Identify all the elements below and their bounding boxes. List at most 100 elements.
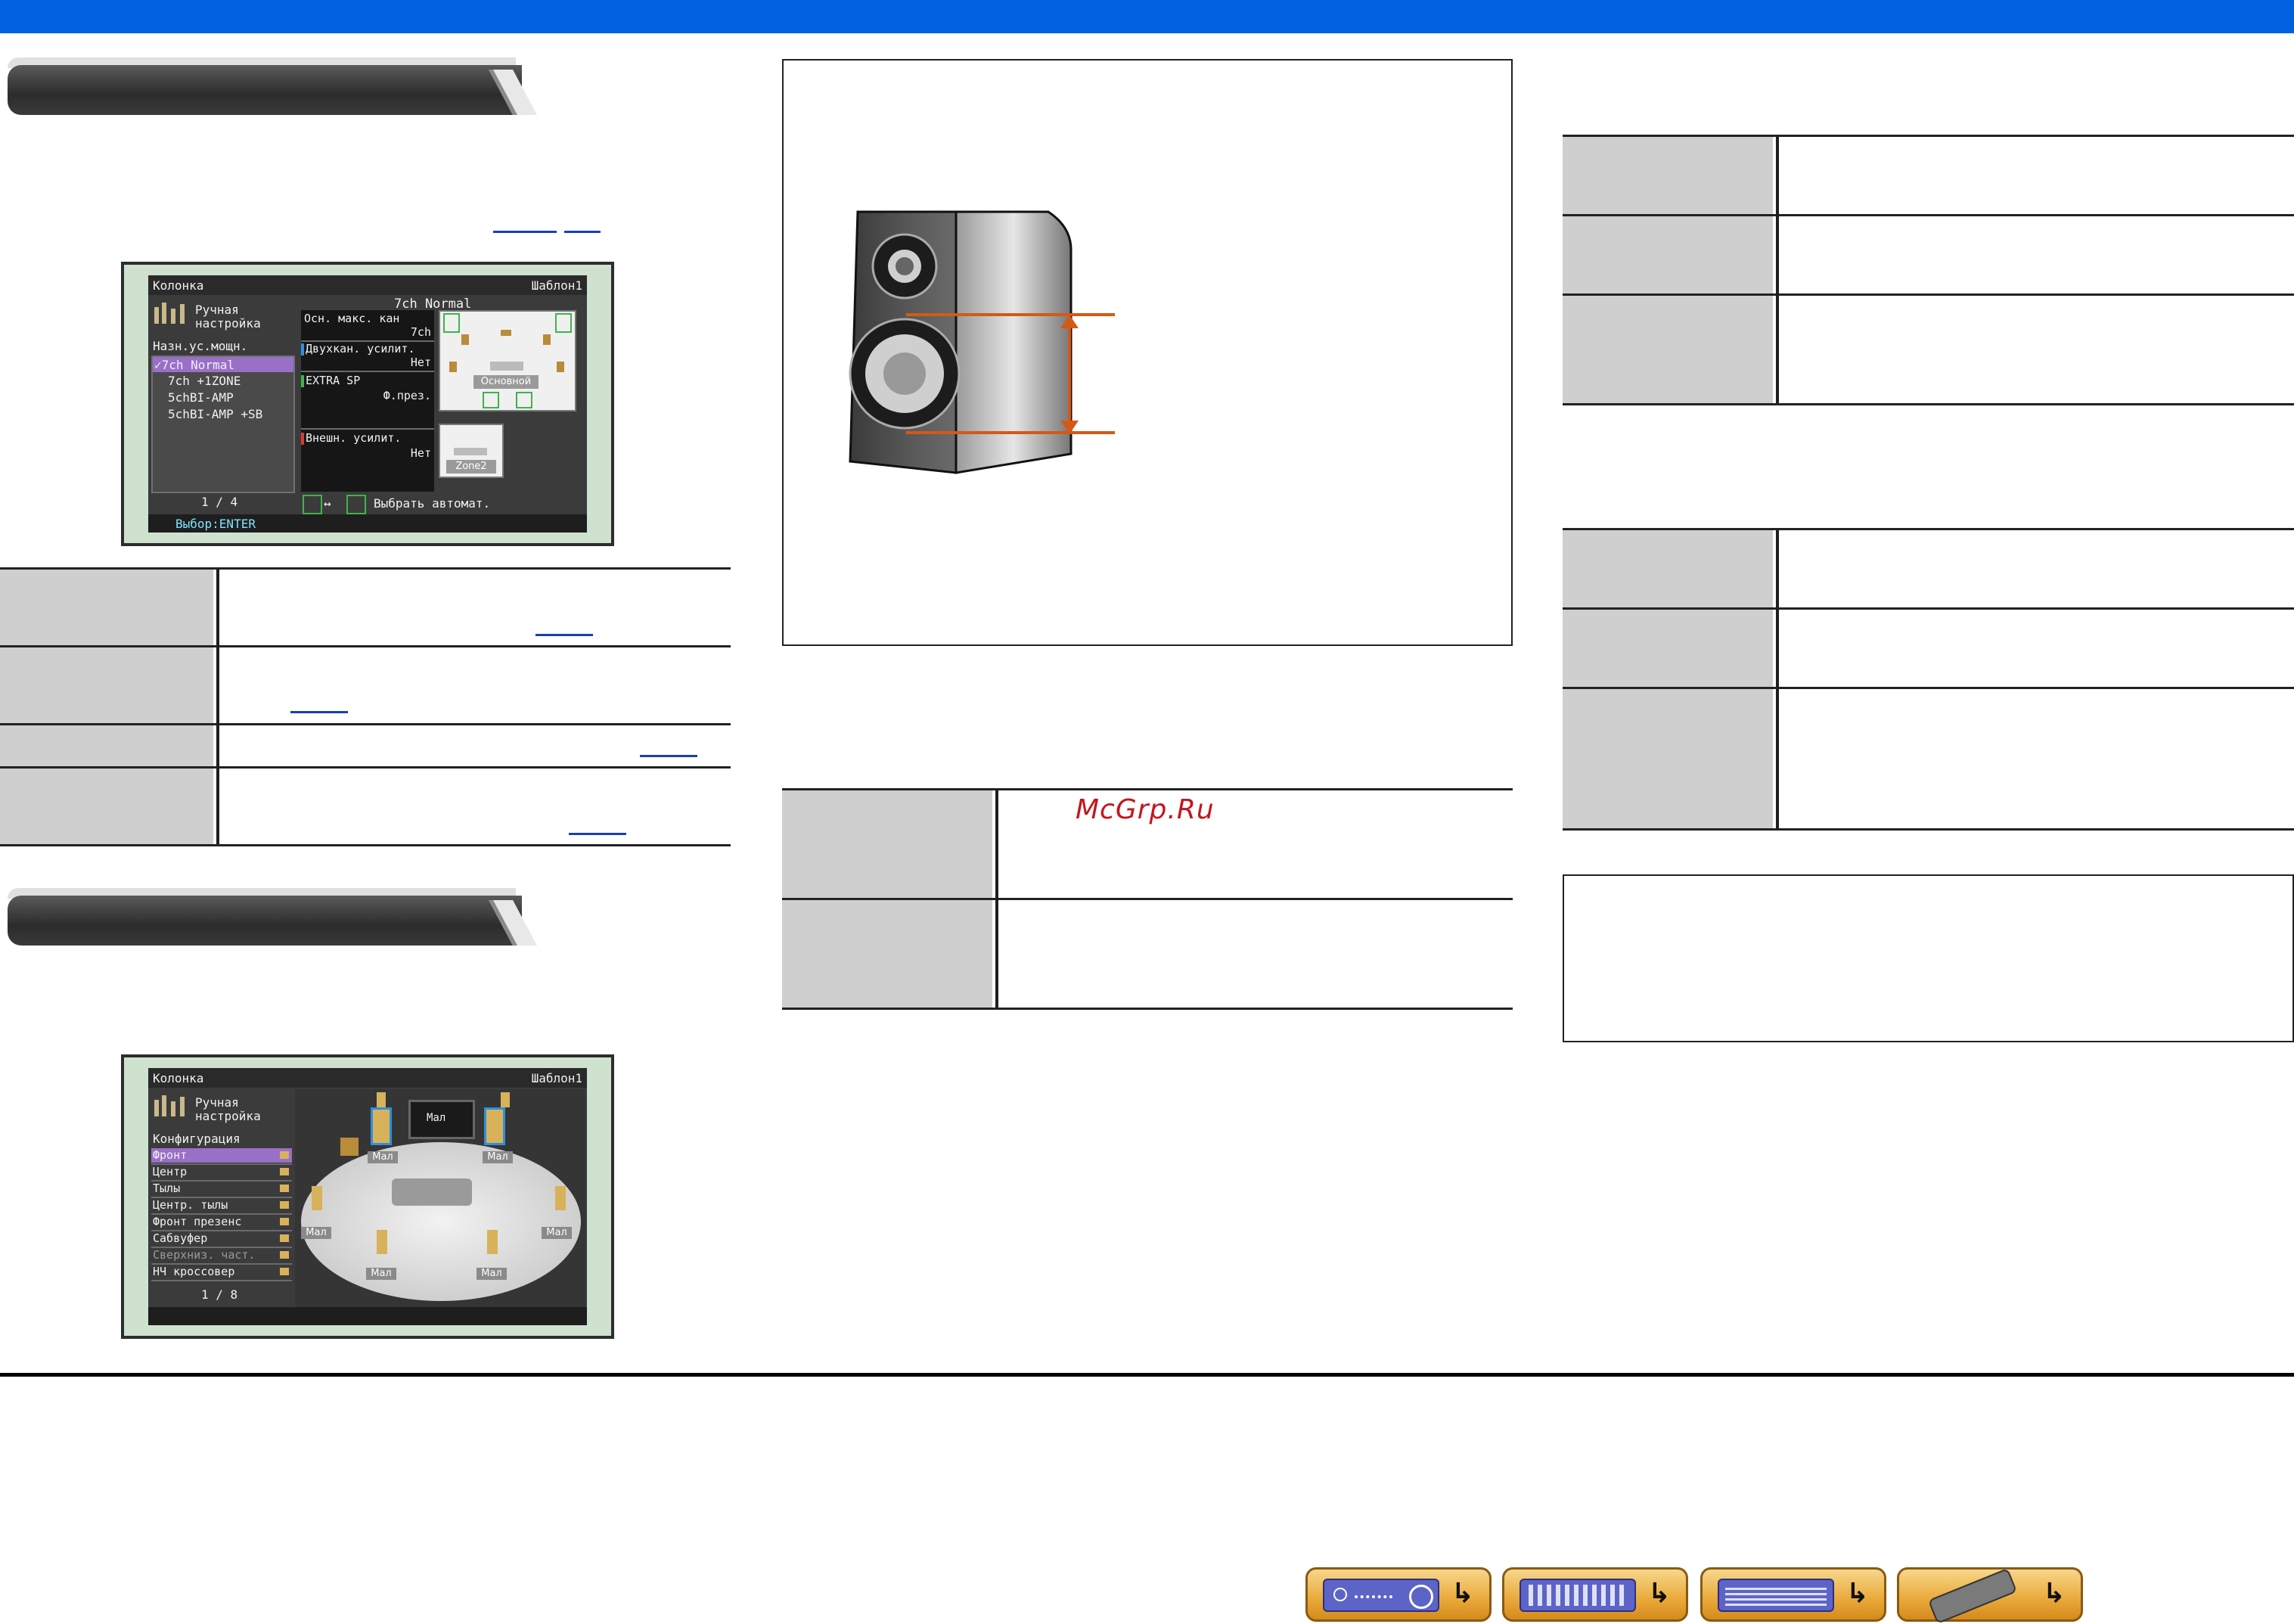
- watermark: McGrp.Ru: [1076, 794, 1215, 825]
- folder-icon: [280, 1201, 289, 1209]
- arrow-icon: ↳: [1845, 1578, 1869, 1609]
- list-item[interactable]: Сверхниз. част.: [153, 1248, 255, 1262]
- osd-pattern: Шаблон1: [531, 1071, 582, 1085]
- table-divider: [1776, 530, 1779, 828]
- measure-line-bottom: [906, 431, 1115, 434]
- top-bar: [0, 0, 2294, 33]
- page-link[interactable]: [290, 711, 348, 713]
- list-item[interactable]: Фронт: [153, 1148, 187, 1162]
- zone2-diagram: Zone2: [439, 424, 504, 478]
- param-value: Нет: [410, 356, 431, 369]
- nav-display-button[interactable]: ↳: [1700, 1567, 1886, 1622]
- main-zone-diagram: Основной: [439, 310, 576, 411]
- osd-screen-configuration: Колонка Шаблон1 Ручная настройка Конфигу…: [121, 1054, 614, 1339]
- table-cell-label: [0, 725, 213, 766]
- zone2-label: Zone2: [446, 460, 496, 474]
- swap-arrow-icon: ↔: [324, 496, 331, 511]
- table-cell-label: [1563, 216, 1773, 293]
- pattern-title: 7ch Normal: [394, 297, 472, 312]
- table-cell-label: [782, 790, 992, 898]
- height-arrow-icon: [1068, 318, 1071, 427]
- table-cell-label: [0, 769, 213, 844]
- mode-line1: Ручная: [195, 303, 239, 317]
- table-cell-label: [1563, 137, 1773, 214]
- speaker-label: Мал: [427, 1112, 446, 1124]
- list-item[interactable]: 7ch +1ZONE: [168, 374, 241, 388]
- page-link[interactable]: [535, 634, 593, 636]
- param-label: Внешн. усилит.: [306, 431, 402, 445]
- mode-line1: Ручная: [195, 1095, 239, 1110]
- auto-select-label: Выбрать автомат.: [374, 496, 491, 511]
- folder-icon: [280, 1234, 289, 1242]
- receiver-rear-icon: [1520, 1579, 1636, 1612]
- table-cell-label: [782, 900, 992, 1008]
- manual-setup-icon: [151, 1091, 191, 1121]
- list-item[interactable]: НЧ кроссовер: [153, 1265, 234, 1278]
- speaker-label: Мал: [301, 1227, 331, 1239]
- page-link-2[interactable]: [564, 231, 601, 233]
- param-value: 7ch: [410, 325, 431, 339]
- param-value: Нет: [410, 446, 431, 460]
- list-item[interactable]: Сабвуфер: [153, 1231, 207, 1245]
- folder-icon: [280, 1251, 289, 1259]
- list-label: Конфигурация: [153, 1132, 241, 1146]
- configuration-list: Фронт Центр Тылы Центр. тылы Фронт презе…: [151, 1148, 292, 1281]
- table-cell-label: [1563, 530, 1773, 607]
- table-cell-label: [1563, 610, 1773, 687]
- table-divider: [216, 570, 219, 844]
- speaker-illustration: [849, 210, 1072, 474]
- manual-setup-icon: [151, 298, 191, 328]
- table-cell-label: [0, 647, 213, 723]
- page-link[interactable]: [640, 755, 697, 757]
- list-item[interactable]: Центр: [153, 1165, 187, 1178]
- select-icon: [346, 495, 366, 514]
- mode-line2: настройка: [195, 316, 261, 331]
- arrow-icon: ↳: [1647, 1578, 1671, 1609]
- receiver-front-icon: [1323, 1579, 1439, 1612]
- speaker-label: Мал: [542, 1227, 572, 1239]
- osd-title: Колонка: [153, 1071, 204, 1085]
- remote-control-icon: [1927, 1567, 2018, 1624]
- folder-icon: [280, 1218, 289, 1225]
- list-item[interactable]: 5chBI-AMP +SB: [168, 407, 262, 421]
- measure-line-top: [906, 313, 1115, 316]
- folder-icon: [280, 1268, 289, 1275]
- arrow-icon: ↳: [2042, 1578, 2066, 1609]
- speaker-label: Мал: [483, 1151, 513, 1163]
- page-link[interactable]: [569, 833, 626, 835]
- amp-assign-list: ✓7ch Normal 7ch +1ZONE 5chBI-AMP 5chBI-A…: [151, 356, 295, 493]
- list-item[interactable]: Тылы: [153, 1182, 180, 1195]
- list-item[interactable]: Центр. тылы: [153, 1198, 228, 1212]
- list-label: Назн.ус.мощн.: [153, 339, 248, 353]
- page-indicator: 1 / 8: [201, 1287, 238, 1302]
- table-cell-label: [1563, 296, 1773, 403]
- param-label: Осн. макс. кан: [304, 312, 400, 325]
- nav-remote-control-button[interactable]: ↳: [1897, 1567, 2083, 1624]
- params-panel: Осн. макс. кан 7ch Двухкан. усилит. Нет …: [301, 310, 434, 492]
- speaker-label: Мал: [368, 1151, 398, 1163]
- mode-line2: настройка: [195, 1109, 261, 1123]
- speaker-height-figure: [782, 59, 1513, 646]
- note-box: [1563, 874, 2294, 1042]
- osd-pattern: Шаблон1: [531, 278, 582, 293]
- table-divider: [995, 790, 998, 1008]
- section-header-2: [8, 888, 522, 956]
- arrow-icon: ↳: [1451, 1578, 1474, 1609]
- table-cell-label: [0, 570, 213, 645]
- osd-title: Колонка: [153, 278, 204, 293]
- nav-rear-panel-button[interactable]: ↳: [1502, 1567, 1688, 1622]
- select-icon: [303, 495, 322, 514]
- page-link-1[interactable]: [493, 231, 557, 233]
- nav-front-panel-button[interactable]: ↳: [1305, 1567, 1492, 1622]
- folder-icon: [280, 1151, 289, 1159]
- folder-icon: [280, 1168, 289, 1175]
- list-item[interactable]: 5chBI-AMP: [168, 390, 234, 405]
- list-item[interactable]: ✓7ch Normal: [154, 358, 234, 372]
- section-header-1: [8, 57, 522, 126]
- receiver-display-icon: [1718, 1579, 1834, 1612]
- list-item[interactable]: Фронт презенс: [153, 1215, 241, 1228]
- bottom-rule: [0, 1373, 2294, 1377]
- speaker-layout-diagram: Мал Мал Мал Мал Мал Мал Мал: [295, 1089, 585, 1307]
- main-zone-label: Основной: [473, 375, 539, 389]
- folder-icon: [280, 1185, 289, 1192]
